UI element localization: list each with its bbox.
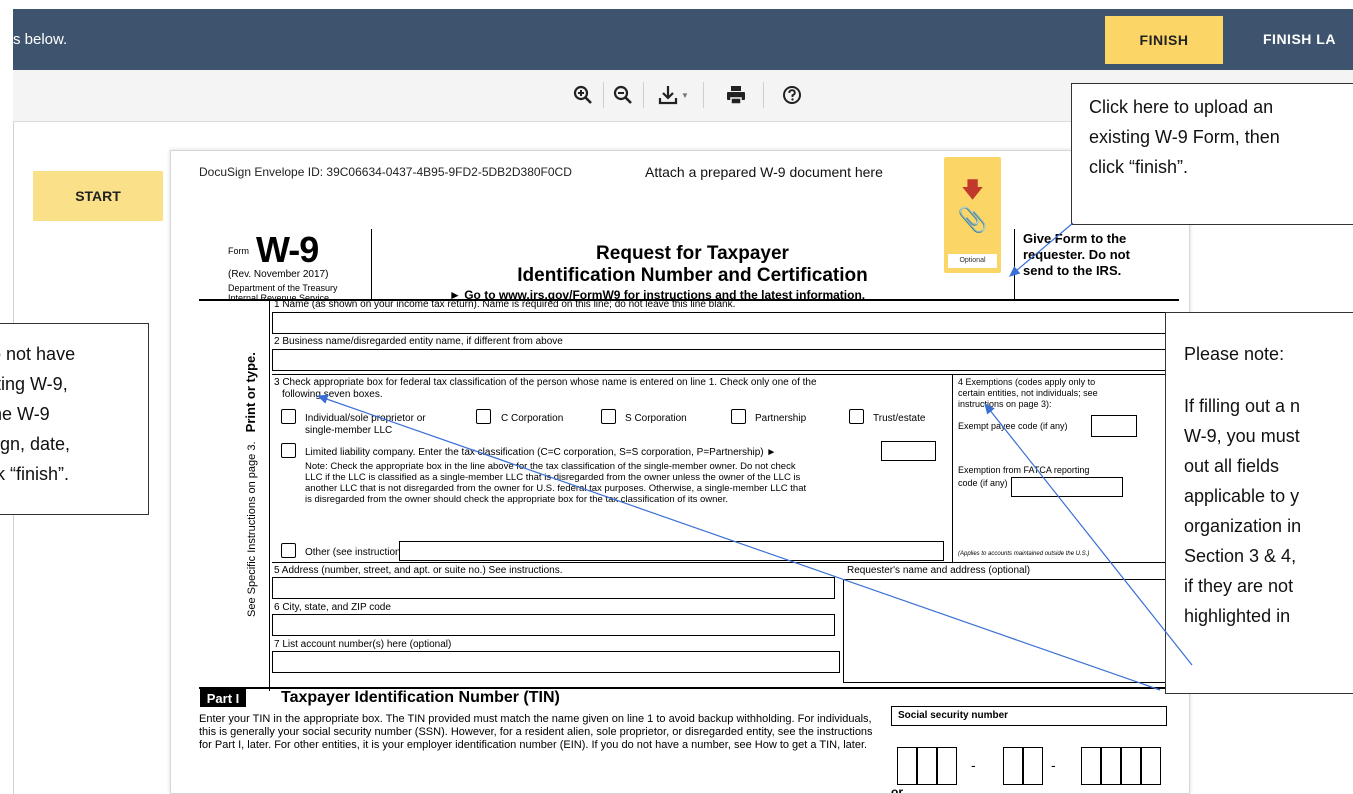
note-line-4: applicable to y: [1184, 486, 1300, 506]
city-state-zip-field[interactable]: [272, 614, 835, 636]
ssn-digit-7[interactable]: [1101, 747, 1121, 785]
ssn-digit-2[interactable]: [917, 747, 937, 785]
form-title-1: Request for Taxpayer: [596, 243, 789, 264]
start-button[interactable]: START: [33, 171, 163, 221]
form-word: Form: [228, 246, 249, 256]
business-name-field[interactable]: [272, 349, 1176, 371]
llc-label: Limited liability company. Enter the tax…: [305, 447, 777, 458]
instruction-message: s below.: [13, 31, 68, 48]
fatca-field[interactable]: [1011, 477, 1123, 497]
note-line-2: W-9, you must: [1184, 426, 1300, 446]
form-revision: (Rev. November 2017): [228, 269, 329, 280]
ssn-digit-5[interactable]: [1023, 747, 1043, 785]
individual-checkbox[interactable]: [281, 409, 296, 424]
s-corporation-checkbox[interactable]: [601, 409, 616, 424]
print-icon[interactable]: [721, 80, 751, 110]
line3-label-2: following seven boxes.: [282, 389, 383, 400]
arrow-down-icon: 🡇: [961, 177, 984, 202]
note-line-5: organization in: [1184, 516, 1302, 536]
account-numbers-field[interactable]: [272, 651, 840, 673]
note-line-6: Section 3 & 4,: [1184, 546, 1297, 566]
ssn-digit-1[interactable]: [897, 747, 917, 785]
please-note-callout: Please note: If filling out a n W-9, you…: [1165, 312, 1353, 694]
partnership-label: Partnership: [755, 413, 807, 424]
requester-label: Requester's name and address (optional): [847, 565, 1031, 576]
envelope-id: DocuSign Envelope ID: 39C06634-0437-4B95…: [199, 165, 572, 179]
requester-field[interactable]: [843, 579, 1175, 683]
fill-callout-line-4: sign, date,: [0, 434, 71, 454]
paperclip-icon: 📎: [957, 207, 988, 234]
zoom-out-icon[interactable]: [608, 80, 638, 110]
fatca-applies-note: (Applies to accounts maintained outside …: [958, 551, 1090, 557]
note-line-3: out all fields: [1184, 456, 1280, 476]
side-instructions-text: See Specific Instructions on page 3.: [246, 441, 258, 618]
c-corporation-checkbox[interactable]: [476, 409, 491, 424]
print-or-type: Print or type.: [243, 352, 258, 433]
note-line-7: if they are not: [1184, 576, 1294, 596]
name-field[interactable]: [272, 312, 1176, 334]
download-icon[interactable]: ▼: [651, 80, 695, 110]
line2-label: 2 Business name/disregarded entity name,…: [274, 336, 563, 347]
zoom-in-icon[interactable]: [568, 80, 598, 110]
note-line-8: highlighted in: [1184, 606, 1291, 626]
or-label: or: [891, 785, 903, 794]
partnership-checkbox[interactable]: [731, 409, 746, 424]
s-corporation-label: S Corporation: [625, 413, 687, 424]
llc-classification-field[interactable]: [881, 441, 936, 461]
c-corporation-label: C Corporation: [501, 413, 564, 424]
exemptions-label: 4 Exemptions (codes apply only to certain…: [958, 377, 1098, 409]
dept-line-1: Department of the Treasury: [228, 283, 338, 293]
llc-note: Note: Check the appropriate box in the l…: [305, 461, 807, 505]
side-instructions: See Specific Instructions on page 3. Pri…: [243, 352, 258, 617]
finish-button[interactable]: FINISH: [1105, 16, 1223, 64]
upload-callout-line-1: Click here to upload an: [1089, 97, 1274, 117]
part-i-title: Taxpayer Identification Number (TIN): [281, 689, 560, 706]
trust-estate-checkbox[interactable]: [849, 409, 864, 424]
part-i-tag: Part I: [200, 689, 246, 707]
fill-callout-line-5: ck “finish”.: [0, 464, 70, 484]
fill-form-callout: do not have sting W-9, the W-9 sign, dat…: [0, 323, 149, 515]
fill-callout-line-3: the W-9: [0, 404, 50, 424]
exempt-payee-field[interactable]: [1091, 415, 1137, 437]
other-checkbox[interactable]: [281, 543, 296, 558]
chevron-down-icon: ▼: [681, 90, 689, 100]
give-form-note: Give Form to the requester. Do not send …: [1023, 231, 1130, 278]
upload-callout: Click here to upload an existing W-9 For…: [1071, 83, 1353, 225]
individual-label: Individual/sole proprietor or single-memb…: [305, 413, 426, 436]
top-bar: s below. FINISH FINISH LA: [13, 9, 1353, 70]
line7-label: 7 List account number(s) here (optional): [274, 639, 452, 650]
line3-label: 3 Check appropriate box for federal tax …: [274, 377, 817, 388]
ssn-digit-3[interactable]: [937, 747, 957, 785]
address-field[interactable]: [272, 577, 835, 599]
tin-instructions: Enter your TIN in the appropriate box. T…: [199, 713, 873, 751]
trust-estate-label: Trust/estate: [873, 413, 926, 424]
line5-label: 5 Address (number, street, and apt. or s…: [274, 565, 563, 576]
w9-document: DocuSign Envelope ID: 39C06634-0437-4B95…: [170, 150, 1190, 794]
note-title: Please note:: [1184, 344, 1285, 364]
finish-later-button[interactable]: FINISH LA: [1263, 31, 1336, 47]
upload-callout-line-2: existing W-9 Form, then: [1089, 127, 1280, 147]
form-title-2: Identification Number and Certification: [517, 265, 868, 286]
upload-callout-line-3: click “finish”.: [1089, 157, 1189, 177]
ssn-digit-6[interactable]: [1081, 747, 1101, 785]
line6-label: 6 City, state, and ZIP code: [274, 602, 391, 613]
ssn-digit-9[interactable]: [1141, 747, 1161, 785]
line1-label: 1 Name (as shown on your income tax retu…: [274, 299, 736, 310]
fill-callout-line-2: sting W-9,: [0, 374, 68, 394]
fill-callout-line-1: do not have: [0, 344, 76, 364]
ssn-label: Social security number: [891, 706, 1167, 726]
attach-label: Attach a prepared W-9 document here: [645, 164, 883, 180]
other-field[interactable]: [399, 541, 944, 561]
exempt-payee-label: Exempt payee code (if any): [958, 421, 1068, 431]
llc-checkbox[interactable]: [281, 443, 296, 458]
ssn-digit-8[interactable]: [1121, 747, 1141, 785]
help-icon[interactable]: [777, 80, 807, 110]
form-number: W-9: [256, 229, 319, 270]
note-line-1: If filling out a n: [1184, 396, 1301, 416]
ssn-digit-4[interactable]: [1003, 747, 1023, 785]
